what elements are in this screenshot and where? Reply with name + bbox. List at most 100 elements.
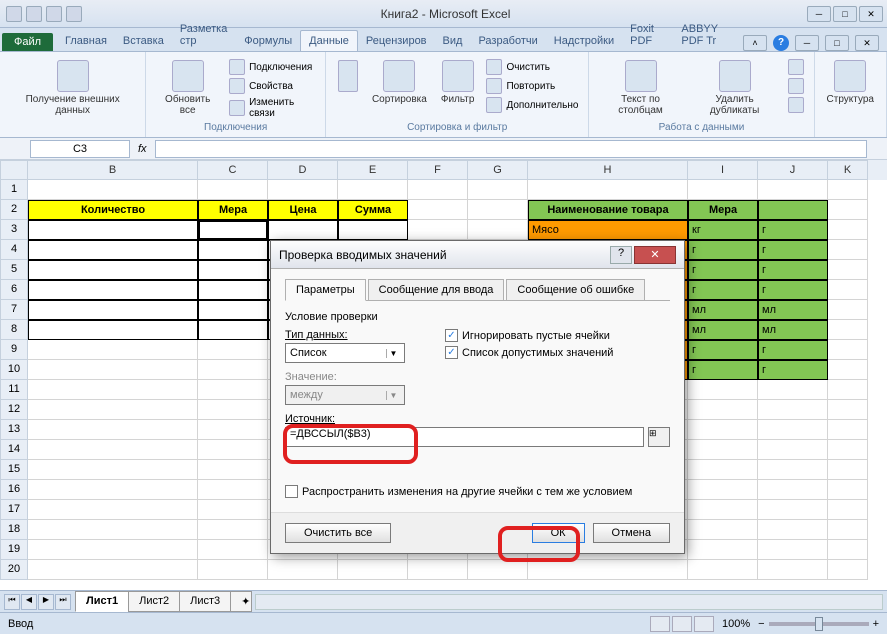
cell-C20[interactable] — [198, 560, 268, 580]
cell-B10[interactable] — [28, 360, 198, 380]
cell-K2[interactable] — [828, 200, 868, 220]
sheet-tab-2[interactable]: Лист3 — [179, 591, 231, 612]
cell-B2[interactable]: Количество — [28, 200, 198, 220]
tab-abbyy[interactable]: ABBYY PDF Tr — [673, 19, 743, 51]
cell-J15[interactable] — [758, 460, 828, 480]
cell-C9[interactable] — [198, 340, 268, 360]
cancel-button[interactable]: Отмена — [593, 523, 670, 543]
cell-H20[interactable] — [528, 560, 688, 580]
cell-J14[interactable] — [758, 440, 828, 460]
cell-J9[interactable]: г — [758, 340, 828, 360]
cell-J20[interactable] — [758, 560, 828, 580]
text-to-columns-button[interactable]: Текст по столбцам — [597, 58, 683, 118]
sort-az-button[interactable] — [334, 58, 362, 94]
apply-changes-checkbox[interactable]: Распространить изменения на другие ячейк… — [285, 485, 670, 498]
row-header-10[interactable]: 10 — [0, 360, 28, 380]
name-box[interactable]: C3 — [30, 140, 130, 158]
cell-C12[interactable] — [198, 400, 268, 420]
row-header-3[interactable]: 3 — [0, 220, 28, 240]
cell-K17[interactable] — [828, 500, 868, 520]
cell-C15[interactable] — [198, 460, 268, 480]
cell-E3[interactable] — [338, 220, 408, 240]
cell-B5[interactable] — [28, 260, 198, 280]
row-header-11[interactable]: 11 — [0, 380, 28, 400]
row-header-5[interactable]: 5 — [0, 260, 28, 280]
cell-I9[interactable]: г — [688, 340, 758, 360]
dialog-tab-input-message[interactable]: Сообщение для ввода — [368, 279, 505, 301]
cell-I17[interactable] — [688, 500, 758, 520]
cell-K14[interactable] — [828, 440, 868, 460]
cell-I2[interactable]: Мера — [688, 200, 758, 220]
cell-C3[interactable] — [198, 220, 268, 240]
cell-D1[interactable] — [268, 180, 338, 200]
cell-J3[interactable]: г — [758, 220, 828, 240]
clear-all-button[interactable]: Очистить все — [285, 523, 391, 543]
cell-K1[interactable] — [828, 180, 868, 200]
cell-D2[interactable]: Цена — [268, 200, 338, 220]
cell-B19[interactable] — [28, 540, 198, 560]
col-header-G[interactable]: G — [468, 160, 528, 180]
cell-B4[interactable] — [28, 240, 198, 260]
cell-G2[interactable] — [468, 200, 528, 220]
cell-F20[interactable] — [408, 560, 468, 580]
refresh-all-button[interactable]: Обновить все — [154, 58, 221, 118]
horizontal-scrollbar[interactable] — [255, 594, 883, 610]
workbook-close-icon[interactable]: ✕ — [855, 35, 879, 51]
col-header-C[interactable]: C — [198, 160, 268, 180]
row-header-4[interactable]: 4 — [0, 240, 28, 260]
cell-J16[interactable] — [758, 480, 828, 500]
cell-I4[interactable]: г — [688, 240, 758, 260]
cell-B7[interactable] — [28, 300, 198, 320]
cell-B9[interactable] — [28, 340, 198, 360]
cell-I7[interactable]: мл — [688, 300, 758, 320]
cell-K5[interactable] — [828, 260, 868, 280]
row-header-8[interactable]: 8 — [0, 320, 28, 340]
ok-button[interactable]: ОК — [532, 523, 585, 543]
tab-developer[interactable]: Разработчи — [470, 31, 545, 51]
cell-I1[interactable] — [688, 180, 758, 200]
help-icon[interactable]: ? — [773, 35, 789, 51]
tab-home[interactable]: Главная — [57, 31, 115, 51]
view-page-layout-button[interactable] — [672, 616, 692, 632]
cell-C19[interactable] — [198, 540, 268, 560]
cell-F2[interactable] — [408, 200, 468, 220]
cell-K3[interactable] — [828, 220, 868, 240]
allow-combobox[interactable]: Список ▼ — [285, 343, 405, 363]
cell-C7[interactable] — [198, 300, 268, 320]
maximize-button[interactable]: □ — [833, 6, 857, 22]
cell-I13[interactable] — [688, 420, 758, 440]
col-header-D[interactable]: D — [268, 160, 338, 180]
clear-filter-button[interactable]: Очистить — [484, 58, 580, 76]
cell-K10[interactable] — [828, 360, 868, 380]
cell-C2[interactable]: Мера — [198, 200, 268, 220]
cell-C13[interactable] — [198, 420, 268, 440]
cell-B3[interactable] — [28, 220, 198, 240]
cell-B15[interactable] — [28, 460, 198, 480]
cell-E20[interactable] — [338, 560, 408, 580]
dialog-close-button[interactable]: ✕ — [634, 246, 676, 264]
cell-J7[interactable]: мл — [758, 300, 828, 320]
cell-K12[interactable] — [828, 400, 868, 420]
cell-B11[interactable] — [28, 380, 198, 400]
row-header-18[interactable]: 18 — [0, 520, 28, 540]
view-page-break-button[interactable] — [694, 616, 714, 632]
cell-K15[interactable] — [828, 460, 868, 480]
cell-C16[interactable] — [198, 480, 268, 500]
minimize-button[interactable]: ─ — [807, 6, 831, 22]
row-header-12[interactable]: 12 — [0, 400, 28, 420]
cell-K18[interactable] — [828, 520, 868, 540]
cell-H2[interactable]: Наименование товара — [528, 200, 688, 220]
filter-button[interactable]: Фильтр — [437, 58, 479, 107]
sheet-nav-last[interactable]: ⏭ — [55, 594, 71, 610]
cell-E1[interactable] — [338, 180, 408, 200]
formula-input[interactable] — [155, 140, 867, 158]
sheet-nav-prev[interactable]: ◀ — [21, 594, 37, 610]
tab-addins[interactable]: Надстройки — [546, 31, 622, 51]
row-header-1[interactable]: 1 — [0, 180, 28, 200]
tab-page-layout[interactable]: Разметка стр — [172, 19, 236, 51]
col-header-J[interactable]: J — [758, 160, 828, 180]
cell-J8[interactable]: мл — [758, 320, 828, 340]
cell-K13[interactable] — [828, 420, 868, 440]
cell-E2[interactable]: Сумма — [338, 200, 408, 220]
cell-I8[interactable]: мл — [688, 320, 758, 340]
